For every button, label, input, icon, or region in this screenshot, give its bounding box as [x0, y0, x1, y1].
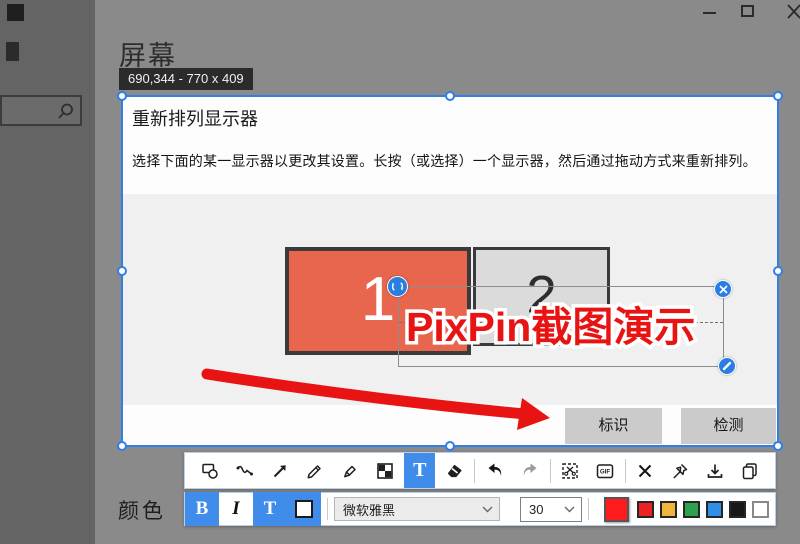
settings-sidebar — [0, 0, 95, 544]
selection-handle-bottom-right[interactable] — [773, 441, 783, 451]
palette-swatch[interactable] — [683, 501, 700, 518]
back-icon — [6, 42, 19, 61]
bold-toggle[interactable]: B — [185, 492, 219, 526]
app-icon — [7, 4, 24, 21]
minimize-button[interactable] — [703, 12, 716, 14]
toolbar-separator — [474, 459, 475, 483]
color-palette — [637, 501, 769, 518]
stroke-color-swatch[interactable] — [295, 500, 313, 518]
chevron-down-icon — [564, 506, 575, 513]
text-tool-label: T — [413, 459, 426, 482]
close-window-button[interactable] — [786, 4, 800, 20]
redo-button[interactable] — [514, 454, 545, 487]
delete-annotation-icon[interactable] — [714, 280, 732, 298]
selection-handle-top-right[interactable] — [773, 91, 783, 101]
resize-annotation-icon[interactable] — [718, 357, 736, 375]
copy-button[interactable] — [735, 454, 766, 487]
eraser-tool-button[interactable] — [439, 454, 470, 487]
text-stroke-toggle[interactable]: T — [253, 492, 287, 526]
selection-size-tooltip: 690,344 - 770 x 409 — [119, 68, 253, 90]
selection-handle-bottom-mid[interactable] — [445, 441, 455, 451]
pin-to-screen-button[interactable] — [665, 454, 696, 487]
cut-region-button[interactable] — [555, 454, 586, 487]
selection-handle-left-mid[interactable] — [117, 266, 127, 276]
stroke-label: T — [264, 498, 277, 520]
format-separator — [588, 498, 589, 520]
selection-handle-top-left[interactable] — [117, 91, 127, 101]
palette-swatch[interactable] — [729, 501, 746, 518]
pixpin-format-bar: B I T 微软雅黑 30 — [184, 492, 776, 526]
section-heading: 重新排列显示器 — [132, 105, 258, 131]
cancel-capture-button[interactable] — [630, 454, 661, 487]
toolbar-separator — [625, 459, 626, 483]
pencil-tool-button[interactable] — [299, 454, 330, 487]
undo-button[interactable] — [479, 454, 510, 487]
selection-handle-right-mid[interactable] — [773, 266, 783, 276]
text-tool-button[interactable]: T — [404, 453, 435, 488]
selection-handle-bottom-left[interactable] — [117, 441, 127, 451]
save-button[interactable] — [700, 454, 731, 487]
font-name: 微软雅黑 — [343, 500, 395, 519]
maximize-button[interactable] — [741, 5, 754, 17]
italic-toggle[interactable]: I — [219, 492, 253, 526]
identify-button[interactable]: 标识 — [565, 408, 662, 444]
annotation-text[interactable]: PixPin截图演示 PixPin截图演示 — [406, 293, 736, 353]
settings-search-input[interactable] — [0, 95, 82, 126]
gif-record-button[interactable]: GIF — [590, 454, 621, 487]
font-size-value: 30 — [529, 502, 543, 517]
gif-label: GIF — [600, 468, 611, 475]
stroke-color-cell[interactable] — [287, 492, 321, 526]
pixpin-toolbar: T GIF — [184, 452, 776, 489]
palette-swatch[interactable] — [752, 501, 769, 518]
selected-color-swatch[interactable] — [604, 497, 629, 522]
format-separator — [327, 498, 328, 520]
chevron-down-icon — [482, 506, 493, 513]
palette-swatch[interactable] — [637, 501, 654, 518]
screenshot-root: 屏幕 690,344 - 770 x 409 重新排列显示器 选择下面的某一显示… — [0, 0, 800, 544]
toolbar-separator — [550, 459, 551, 483]
section-description: 选择下面的某一显示器以更改其设置。长按（或选择）一个显示器，然后通过拖动方式来重… — [132, 151, 757, 171]
highlighter-tool-button[interactable] — [334, 454, 365, 487]
shape-tool-button[interactable] — [194, 454, 225, 487]
arrow-tool-button[interactable] — [264, 454, 295, 487]
italic-label: I — [232, 498, 239, 520]
palette-swatch[interactable] — [660, 501, 677, 518]
polyline-tool-button[interactable] — [229, 454, 260, 487]
selection-handle-top-mid[interactable] — [445, 91, 455, 101]
rotate-handle-icon[interactable] — [387, 276, 408, 297]
mosaic-tool-button[interactable] — [369, 454, 400, 487]
color-section-label: 颜色 — [118, 495, 166, 525]
annotation-text-fill: PixPin截图演示 — [406, 293, 695, 353]
palette-swatch[interactable] — [706, 501, 723, 518]
font-size-select[interactable]: 30 — [520, 497, 582, 522]
search-icon — [56, 102, 75, 121]
capture-selection-region[interactable]: 重新排列显示器 选择下面的某一显示器以更改其设置。长按（或选择）一个显示器，然后… — [121, 95, 779, 447]
font-family-select[interactable]: 微软雅黑 — [334, 497, 500, 521]
detect-button[interactable]: 检测 — [681, 408, 776, 444]
bold-label: B — [196, 498, 209, 520]
